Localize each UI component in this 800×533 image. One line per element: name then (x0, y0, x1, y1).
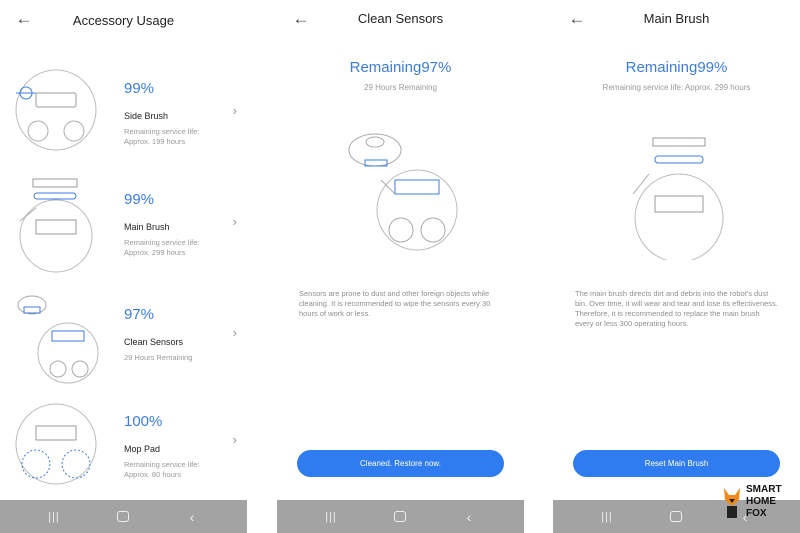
robot-main-brush-image (19, 178, 93, 273)
smart-home-fox-logo: SMART HOME FOX (718, 482, 798, 524)
header: ← Clean Sensors (277, 0, 524, 40)
percent-label: 99% (124, 191, 155, 208)
logo-line: SMART (746, 484, 782, 495)
item-name: Mop Pad (124, 444, 161, 454)
home-icon[interactable] (664, 508, 688, 526)
description: Sensors are prone to dust and other fore… (299, 289, 491, 318)
accessory-item-clean-sensors[interactable]: 97% Clean Sensors 29 Hours Remaining › (0, 291, 247, 401)
item-name: Side Brush (124, 111, 169, 121)
logo-text: SMART HOME FOX (746, 484, 782, 520)
robot-sensors-illustration (348, 133, 458, 251)
remaining-percent: Remaining97% (349, 59, 452, 76)
percent-label: 97% (124, 306, 155, 323)
item-name: Main Brush (124, 222, 170, 232)
reset-main-brush-button[interactable]: Reset Main Brush (573, 450, 780, 477)
description: The main brush directs dirt and debris i… (575, 289, 778, 328)
item-name: Clean Sensors (124, 337, 184, 347)
chevron-right-icon: › (232, 432, 237, 447)
percent-label: 100% (124, 413, 163, 430)
accessory-item-side-brush[interactable]: 99% Side Brush Remaining service life: A… (0, 65, 247, 175)
logo-line: HOME (746, 496, 776, 507)
page-title: Accessory Usage (72, 13, 175, 28)
robot-side-brush-image (15, 69, 97, 151)
recent-apps-icon[interactable]: ||| (42, 508, 66, 526)
chevron-right-icon: › (232, 214, 237, 229)
back-icon[interactable]: ‹ (457, 508, 481, 526)
logo-line: FOX (746, 508, 767, 519)
item-sub: Remaining service life: Approx. 80 hours (124, 460, 200, 479)
fox-icon (724, 488, 740, 518)
robot-main-brush-illustration (632, 137, 724, 260)
accessory-item-main-brush[interactable]: 99% Main Brush Remaining service life: A… (0, 176, 247, 286)
header: ← Accessory Usage (0, 0, 247, 40)
item-sub: 29 Hours Remaining (124, 353, 193, 362)
accessory-item-mop-pad[interactable]: 100% Mop Pad Remaining service life: App… (0, 398, 247, 508)
page-title: Main Brush (643, 11, 710, 26)
chevron-right-icon: › (232, 325, 237, 340)
remaining-service-life: Remaining service life: Approx. 299 hour… (602, 83, 751, 92)
page-title: Clean Sensors (357, 11, 444, 26)
robot-mop-pad-image (15, 403, 97, 485)
restore-button[interactable]: Cleaned. Restore now. (297, 450, 504, 477)
remaining-hours: 29 Hours Remaining (364, 83, 437, 92)
remaining-percent: Remaining99% (625, 59, 728, 76)
main-brush-screen: ← Main Brush Remaining99% Remaining serv… (553, 0, 800, 533)
percent-label: 99% (124, 80, 155, 97)
clean-sensors-screen: ← Clean Sensors Remaining97% 29 Hours Re… (277, 0, 524, 533)
back-icon[interactable]: ‹ (180, 508, 204, 526)
item-sub: Remaining service life: Approx. 299 hour… (124, 238, 200, 257)
home-icon[interactable] (388, 508, 412, 526)
system-nav-bar: ||| ‹ (0, 500, 247, 533)
item-sub: Remaining service life: Approx. 199 hour… (124, 127, 200, 146)
header: ← Main Brush (553, 0, 800, 40)
system-nav-bar: ||| ‹ (277, 500, 524, 533)
home-icon[interactable] (111, 508, 135, 526)
robot-sensors-image (17, 295, 99, 384)
accessory-usage-screen: ← Accessory Usage 99% Side Brush Remaini… (0, 0, 247, 533)
recent-apps-icon[interactable]: ||| (319, 508, 343, 526)
chevron-right-icon: › (232, 103, 237, 118)
recent-apps-icon[interactable]: ||| (595, 508, 619, 526)
